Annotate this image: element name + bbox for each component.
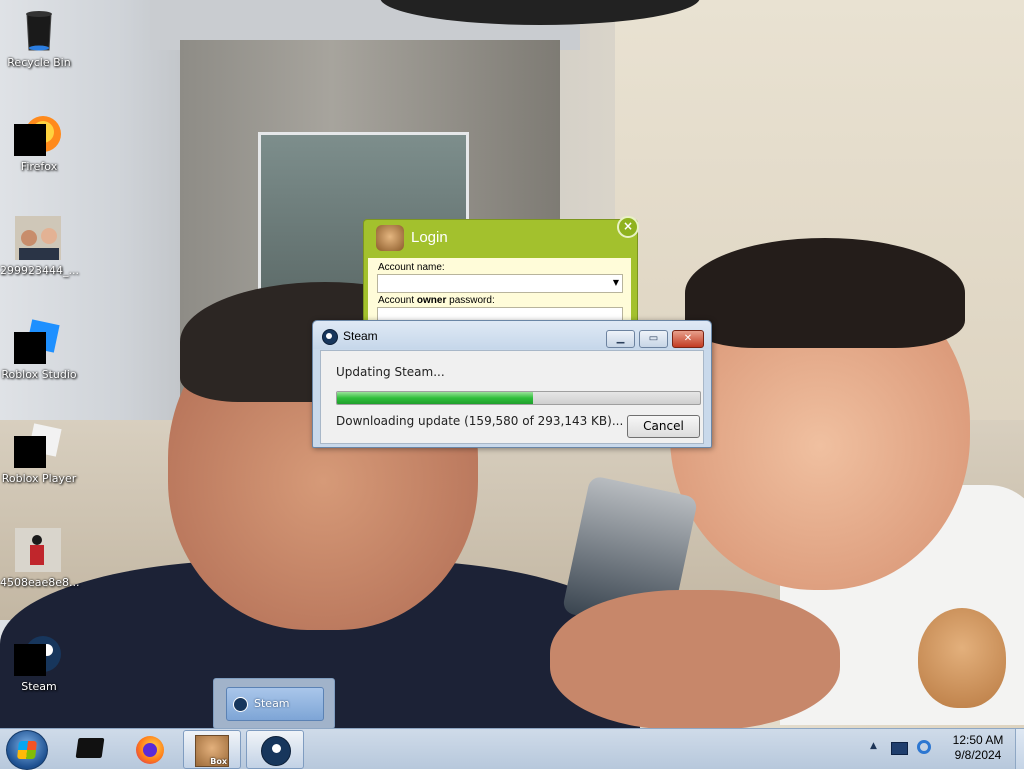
cancel-button[interactable]: Cancel <box>627 415 700 438</box>
thumbnail-item-steam[interactable]: Steam <box>226 687 324 721</box>
password-label: Account owner password: <box>378 295 495 306</box>
hamster-mascot-icon <box>918 608 1006 708</box>
clock-date: 9/8/2024 <box>954 748 1002 762</box>
desktop-icon-steam[interactable]: Steam <box>0 630 78 693</box>
hamster-box-icon: Box <box>195 735 229 767</box>
taskbar-thumbnail-popup[interactable]: Steam <box>213 678 335 729</box>
recycle-bin-icon <box>15 6 63 54</box>
progress-bar <box>336 391 701 405</box>
steam-icon <box>233 697 248 712</box>
wallpaper-hands <box>550 590 840 730</box>
taskbar-item-firefox[interactable] <box>122 730 178 767</box>
firefox-icon <box>136 736 164 764</box>
thumbnail-label: Steam <box>254 697 290 710</box>
close-button[interactable]: ✕ <box>672 330 704 348</box>
hamster-login-icon <box>376 225 404 251</box>
desktop-icon-label: Firefox <box>20 160 58 173</box>
steam-update-dialog[interactable]: Steam ▁ ▭ ✕ Updating Steam... Downloadin… <box>312 320 712 448</box>
steam-icon <box>322 329 338 345</box>
close-icon[interactable]: × <box>617 216 639 238</box>
title-bar[interactable]: Steam ▁ ▭ ✕ <box>313 321 711 349</box>
dialog-body: Updating Steam... Downloading update (15… <box>320 350 704 444</box>
desktop-icon-photo-2[interactable]: 4508eae8e8... <box>0 526 80 589</box>
update-status: Updating Steam... <box>336 365 445 379</box>
desktop-icon-label: Roblox Player <box>1 472 77 485</box>
dialog-title: Steam <box>343 329 378 343</box>
desktop-icon-label: Recycle Bin <box>7 56 71 69</box>
taskbar: Box ▲ 12:50 AM 9/8/2024 <box>0 728 1024 770</box>
network-icon[interactable] <box>891 742 908 755</box>
show-hidden-icons-button[interactable]: ▲ <box>870 741 877 751</box>
box-badge: Box <box>210 757 227 766</box>
taskbar-item-box[interactable]: Box <box>183 730 241 769</box>
internet-explorer-icon[interactable] <box>917 740 931 754</box>
steam-icon <box>261 736 291 766</box>
steam-icon <box>14 630 63 678</box>
login-title: Login <box>411 229 448 246</box>
download-progress-text: Downloading update (159,580 of 293,143 K… <box>336 414 624 428</box>
progress-fill <box>337 392 534 404</box>
system-clock[interactable]: 12:50 AM 9/8/2024 <box>940 733 1016 763</box>
desktop-icon-label: Roblox Studio <box>1 368 77 381</box>
desktop-icon-label: Steam <box>21 680 57 693</box>
login-window[interactable]: Login × Account name: ▼ Account owner pa… <box>363 216 639 331</box>
firefox-icon <box>14 110 63 158</box>
clock-time: 12:50 AM <box>952 733 1004 747</box>
desktop-icon-recycle-bin[interactable]: Recycle Bin <box>0 6 78 69</box>
account-name-field[interactable]: ▼ <box>377 274 623 293</box>
account-name-label: Account name: <box>378 262 445 273</box>
chevron-down-icon[interactable]: ▼ <box>613 278 619 287</box>
desktop-icon-firefox[interactable]: Firefox <box>0 110 78 173</box>
photo-thumbnail-icon <box>15 214 63 262</box>
taskbar-item-steam[interactable] <box>246 730 304 769</box>
desktop-icon-roblox-player[interactable]: Roblox Player <box>0 422 78 485</box>
roblox-player-icon <box>14 422 63 470</box>
wallpaper-boy-hair <box>685 238 965 348</box>
start-button[interactable] <box>6 730 48 770</box>
minimize-button[interactable]: ▁ <box>606 330 635 348</box>
monitor-icon <box>75 738 105 758</box>
show-desktop-button[interactable] <box>1015 729 1024 769</box>
desktop-icon-photo-1[interactable]: 299923444_... <box>0 214 79 277</box>
desktop-icon-label: 4508eae8e8... <box>0 576 80 589</box>
desktop-icon-roblox-studio[interactable]: Roblox Studio <box>0 318 78 381</box>
photo-thumbnail-icon <box>15 526 63 574</box>
windows-logo-icon <box>17 741 37 759</box>
roblox-studio-icon <box>14 318 63 366</box>
taskbar-item-monitor[interactable] <box>61 730 117 767</box>
maximize-button[interactable]: ▭ <box>639 330 668 348</box>
desktop-icon-label: 299923444_... <box>0 264 79 277</box>
